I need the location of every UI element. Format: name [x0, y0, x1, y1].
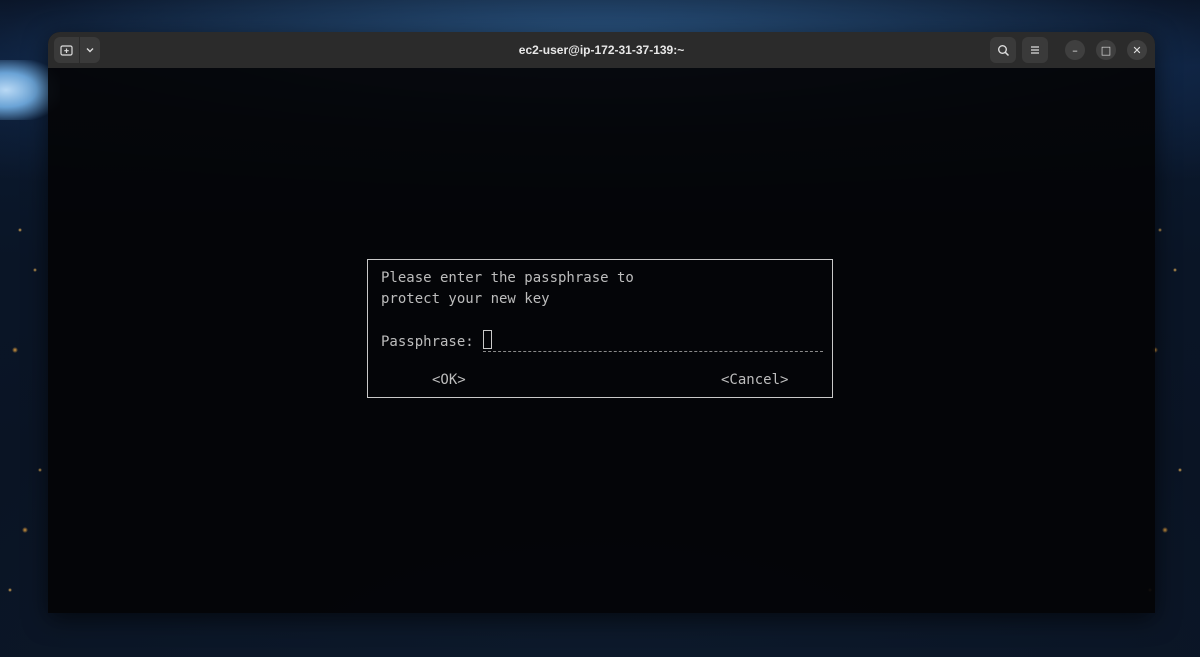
terminal-window: ec2-user@ip-172-31-37-139:~ – □ ✕ Please…	[48, 32, 1155, 613]
window-controls: – □ ✕	[984, 37, 1147, 63]
maximize-button[interactable]: □	[1096, 40, 1116, 60]
terminal-area[interactable]: Please enter the passphrase to protect y…	[48, 68, 1155, 613]
search-button[interactable]	[990, 37, 1016, 63]
minimize-icon: –	[1072, 43, 1078, 57]
text-cursor	[483, 330, 492, 349]
close-icon: ✕	[1132, 43, 1142, 57]
passphrase-row: Passphrase:	[381, 331, 823, 352]
menu-button[interactable]	[1022, 37, 1048, 63]
dialog-message-line-1: Please enter the passphrase to	[381, 270, 634, 286]
close-button[interactable]: ✕	[1127, 40, 1147, 60]
passphrase-dialog: Please enter the passphrase to protect y…	[367, 259, 833, 398]
dialog-message-line-2: protect your new key	[381, 291, 550, 307]
desktop-background: ec2-user@ip-172-31-37-139:~ – □ ✕ Please…	[0, 0, 1200, 657]
passphrase-input[interactable]	[482, 331, 823, 352]
passphrase-label: Passphrase:	[381, 333, 474, 350]
ok-button[interactable]: <OK>	[432, 372, 466, 388]
titlebar[interactable]: ec2-user@ip-172-31-37-139:~ – □ ✕	[48, 32, 1155, 68]
cancel-button[interactable]: <Cancel>	[721, 372, 788, 388]
maximize-icon: □	[1100, 43, 1112, 57]
minimize-button[interactable]: –	[1065, 40, 1085, 60]
hamburger-icon	[1031, 46, 1039, 54]
search-icon	[997, 44, 1009, 56]
